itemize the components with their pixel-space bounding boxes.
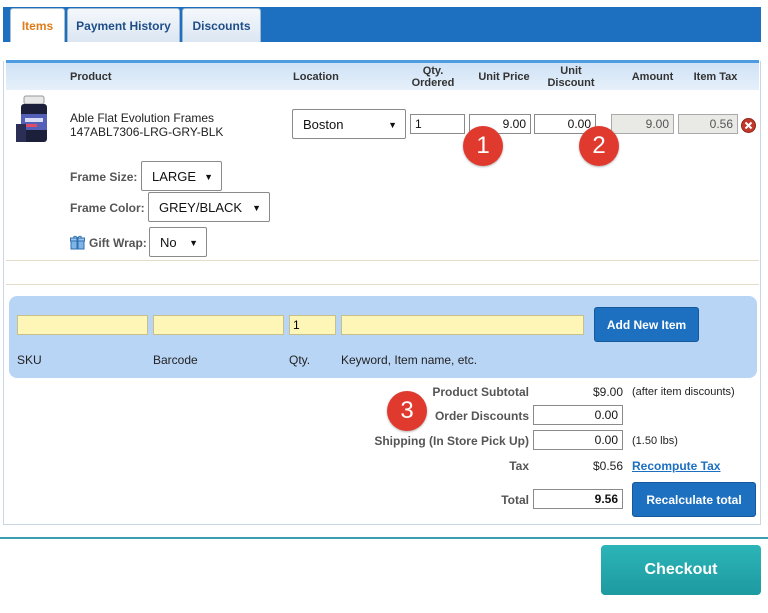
product-sku: 147ABL7306-LRG-GRY-BLK xyxy=(70,125,224,139)
col-amount: Amount xyxy=(631,71,674,83)
product-subtotal-note: (after item discounts) xyxy=(632,386,735,398)
frame-size-select[interactable]: LARGE ▼ xyxy=(141,161,222,191)
frame-size-value: LARGE xyxy=(152,168,197,184)
gift-wrap-select[interactable]: No ▼ xyxy=(149,227,207,257)
add-new-item-button[interactable]: Add New Item xyxy=(594,307,699,342)
badge-1: 1 xyxy=(463,126,503,166)
qty-ordered-input[interactable] xyxy=(410,114,465,134)
recalculate-total-button[interactable]: Recalculate total xyxy=(632,482,756,517)
chevron-down-icon: ▼ xyxy=(204,172,213,182)
tax-value: $0.56 xyxy=(592,459,623,473)
frame-color-value: GREY/BLACK xyxy=(159,199,243,215)
tab-payment-history[interactable]: Payment History xyxy=(67,8,180,42)
gift-wrap-label: Gift Wrap: xyxy=(89,236,147,250)
chevron-down-icon: ▼ xyxy=(388,120,397,130)
checkout-button[interactable]: Checkout xyxy=(601,545,761,595)
tax-label: Tax xyxy=(509,459,529,473)
divider xyxy=(6,284,759,285)
shipping-input[interactable] xyxy=(533,430,623,450)
item-tax-field xyxy=(678,114,738,134)
location-value: Boston xyxy=(303,116,344,132)
barcode-label: Barcode xyxy=(153,353,198,367)
tab-discounts[interactable]: Discounts xyxy=(182,8,261,42)
frame-size-label: Frame Size: xyxy=(70,170,138,184)
frame-color-label: Frame Color: xyxy=(70,201,145,215)
shipping-label: Shipping (In Store Pick Up) xyxy=(374,434,529,448)
col-qty-ordered: Qty. Ordered xyxy=(411,65,455,89)
gift-wrap-value: No xyxy=(160,234,177,250)
col-product: Product xyxy=(70,71,112,83)
chevron-down-icon: ▼ xyxy=(189,238,198,248)
badge-3: 3 xyxy=(387,391,427,431)
col-item-tax: Item Tax xyxy=(693,71,738,83)
amount-field xyxy=(611,114,674,134)
tab-content-top xyxy=(3,42,761,61)
sku-label: SKU xyxy=(17,353,42,367)
col-location: Location xyxy=(293,71,339,83)
recompute-tax-link[interactable]: Recompute Tax xyxy=(632,459,720,473)
chevron-down-icon: ▼ xyxy=(252,203,261,213)
remove-item-icon[interactable] xyxy=(741,118,756,133)
shipping-note: (1.50 lbs) xyxy=(632,435,678,447)
total-field xyxy=(533,489,623,509)
order-discounts-label: Order Discounts xyxy=(434,409,529,423)
divider xyxy=(6,260,759,261)
add-qty-input[interactable] xyxy=(289,315,336,335)
sku-input[interactable] xyxy=(17,315,148,335)
total-label: Total xyxy=(501,493,529,507)
badge-2: 2 xyxy=(579,126,619,166)
product-name: Able Flat Evolution Frames xyxy=(70,111,215,125)
qty-label: Qty. xyxy=(289,353,311,367)
tab-items[interactable]: Items xyxy=(10,8,65,43)
keyword-label: Keyword, Item name, etc. xyxy=(341,353,478,367)
product-thumbnail xyxy=(16,94,52,144)
order-discounts-input[interactable] xyxy=(533,405,623,425)
col-unit-price: Unit Price xyxy=(478,71,530,83)
gift-icon xyxy=(70,235,85,250)
frame-color-select[interactable]: GREY/BLACK ▼ xyxy=(148,192,270,222)
barcode-input[interactable] xyxy=(153,315,284,335)
keyword-input[interactable] xyxy=(341,315,584,335)
product-subtotal-value: $9.00 xyxy=(592,385,623,399)
col-unit-discount: Unit Discount xyxy=(547,65,595,89)
location-select[interactable]: Boston ▼ xyxy=(292,109,406,139)
footer-divider xyxy=(0,537,768,539)
product-subtotal-label: Product Subtotal xyxy=(432,385,529,399)
